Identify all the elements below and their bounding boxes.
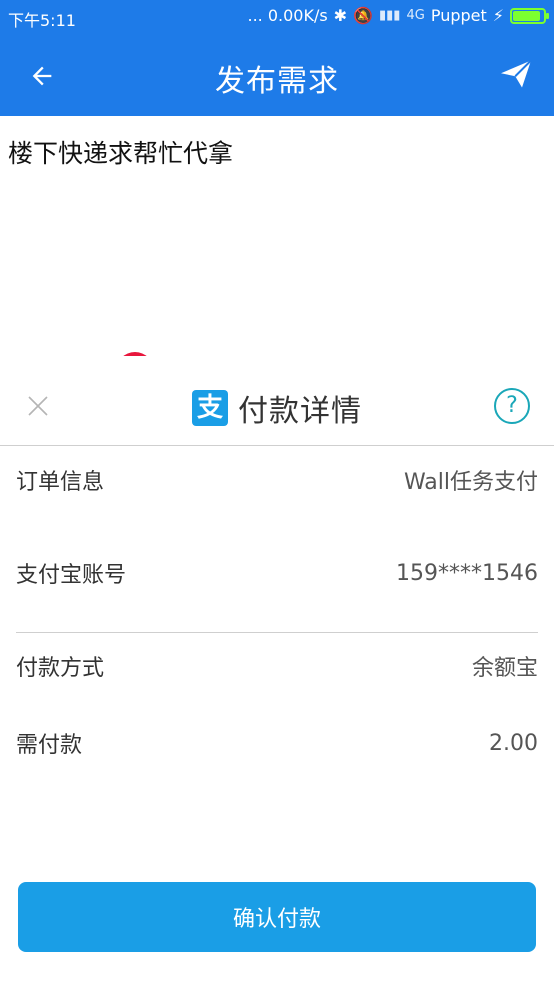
request-content: 楼下快递求帮忙代拿	[0, 116, 554, 372]
row-label: 支付宝账号	[16, 563, 127, 588]
app-bar: 发布需求	[0, 34, 554, 116]
network-speed: ... 0.00K/s	[247, 6, 328, 25]
carrier-name: Puppet	[430, 6, 487, 25]
send-button[interactable]	[494, 52, 538, 96]
network-type: 4G	[406, 8, 425, 23]
payment-sheet: 支 付款详情 ? 订单信息 Wall任务支付 支付宝账号 159****1546…	[0, 356, 554, 986]
send-icon	[501, 59, 532, 88]
page-title: 发布需求	[215, 64, 339, 99]
divider	[16, 632, 538, 633]
status-icons: ... 0.00K/s ✱ 🔕 ▮▮▮ 4G Puppet ⚡	[247, 6, 549, 25]
battery-icon	[510, 7, 549, 24]
bluetooth-icon: ✱	[333, 6, 348, 25]
row-label: 需付款	[16, 733, 83, 758]
mute-icon: 🔕	[353, 6, 373, 25]
payment-method-row[interactable]: 付款方式 余额宝	[16, 646, 538, 686]
signal-icon: ▮▮▮	[379, 8, 401, 23]
divider	[0, 445, 554, 446]
account-row: 支付宝账号 159****1546	[16, 553, 538, 593]
row-value: 159****1546	[396, 560, 538, 586]
sheet-title: 付款详情	[238, 394, 362, 429]
status-time: 下午5:11	[8, 11, 76, 30]
row-label: 付款方式	[16, 656, 105, 681]
request-text[interactable]: 楼下快递求帮忙代拿	[8, 134, 233, 170]
sheet-header: 支 付款详情	[0, 386, 554, 430]
row-value: Wall任务支付	[403, 470, 538, 495]
help-icon[interactable]: ?	[494, 388, 530, 424]
row-label: 订单信息	[16, 470, 105, 495]
row-value: 余额宝	[471, 656, 538, 681]
battery-fill	[513, 10, 541, 21]
order-info-row: 订单信息 Wall任务支付	[16, 460, 538, 500]
amount-row: 需付款 2.00	[16, 723, 538, 763]
alipay-logo-icon: 支	[192, 390, 228, 426]
charging-icon: ⚡	[492, 6, 504, 25]
status-bar: 下午5:11 ... 0.00K/s ✱ 🔕 ▮▮▮ 4G Puppet ⚡	[0, 0, 554, 34]
confirm-payment-button[interactable]: 确认付款	[18, 882, 536, 952]
row-value: 2.00	[489, 730, 538, 756]
